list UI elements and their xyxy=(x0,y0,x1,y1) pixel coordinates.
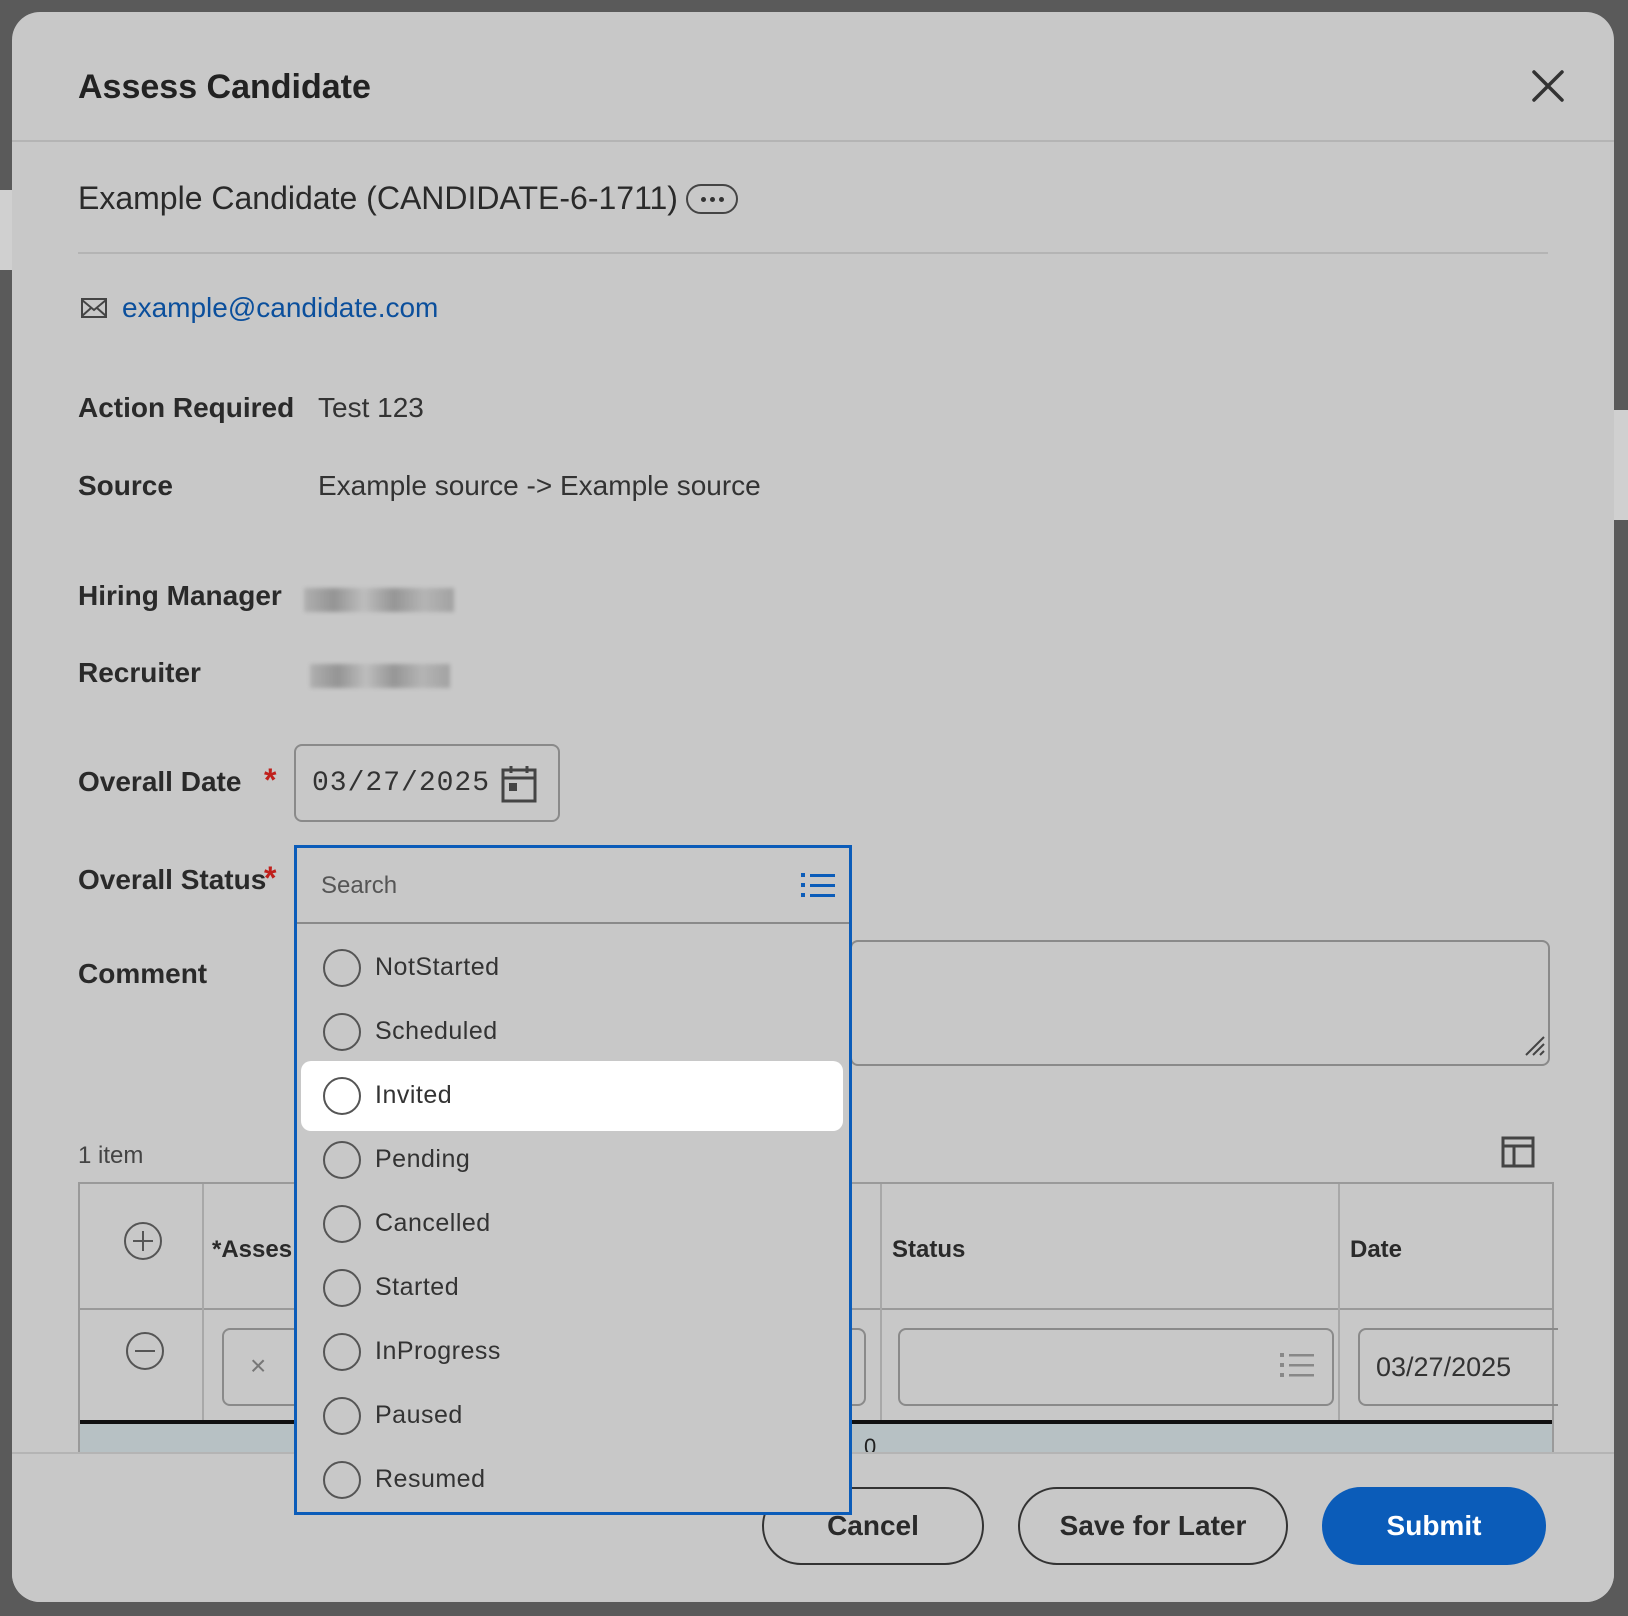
hiring-manager-label: Hiring Manager xyxy=(78,580,282,611)
status-option[interactable]: Invited xyxy=(301,1061,843,1131)
status-option-label: Invited xyxy=(375,1081,453,1109)
item-count: 1 item xyxy=(78,1142,144,1169)
list-icon[interactable] xyxy=(801,870,835,905)
candidate-email-link[interactable]: example@candidate.com xyxy=(122,292,438,324)
column-header-status: Status xyxy=(892,1236,966,1263)
recruiter-redacted xyxy=(310,664,450,688)
radio-button[interactable] xyxy=(323,949,361,987)
submit-button[interactable]: Submit xyxy=(1322,1487,1546,1565)
row-status-select[interactable] xyxy=(898,1328,1334,1406)
overall-status-label: Overall Status xyxy=(78,864,267,895)
candidate-name: Example Candidate (CANDIDATE-6-1711) xyxy=(78,180,678,216)
add-row-icon[interactable] xyxy=(122,1220,164,1267)
column-header-assessment: *Asses xyxy=(212,1236,293,1263)
radio-button[interactable] xyxy=(323,1205,361,1243)
radio-button[interactable] xyxy=(323,1269,361,1307)
radio-button[interactable] xyxy=(323,1461,361,1499)
radio-button[interactable] xyxy=(323,1397,361,1435)
overall-date-input[interactable]: 03/27/2025 xyxy=(294,744,560,822)
radio-button[interactable] xyxy=(323,1077,361,1115)
radio-button[interactable] xyxy=(323,1333,361,1371)
action-required-value: Test 123 xyxy=(318,392,424,423)
required-marker: * xyxy=(264,860,277,896)
comment-label: Comment xyxy=(78,958,208,989)
status-option-label: Paused xyxy=(375,1401,463,1429)
status-option[interactable]: Started xyxy=(301,1253,843,1323)
mail-icon xyxy=(80,296,108,325)
remove-row-icon[interactable] xyxy=(124,1330,166,1377)
hiring-manager-redacted xyxy=(304,588,454,612)
dialog-title: Assess Candidate xyxy=(78,68,371,106)
action-required-label: Action Required xyxy=(78,392,295,423)
status-option[interactable]: Cancelled xyxy=(301,1189,843,1259)
comment-textarea[interactable] xyxy=(850,940,1550,1066)
status-option[interactable]: NotStarted xyxy=(301,933,843,1003)
status-option-label: Started xyxy=(375,1273,460,1301)
table-layout-icon[interactable] xyxy=(1500,1134,1536,1175)
overall-date-value: 03/27/2025 xyxy=(312,768,491,799)
divider xyxy=(78,252,1548,254)
clear-icon[interactable]: × xyxy=(250,1350,266,1382)
overall-date-label: Overall Date xyxy=(78,766,242,797)
required-marker: * xyxy=(264,762,277,798)
status-option-label: Resumed xyxy=(375,1465,486,1493)
status-option[interactable]: Resumed xyxy=(301,1445,843,1515)
resize-grip-icon[interactable] xyxy=(1520,1031,1546,1062)
dialog-header: Assess Candidate xyxy=(12,12,1614,142)
row-date-value: 03/27/2025 xyxy=(1376,1352,1512,1382)
list-icon[interactable] xyxy=(1280,1350,1314,1385)
status-option-label: InProgress xyxy=(375,1337,501,1365)
radio-button[interactable] xyxy=(323,1013,361,1051)
status-option[interactable]: Scheduled xyxy=(301,997,843,1067)
save-for-later-button[interactable]: Save for Later xyxy=(1018,1487,1288,1565)
calendar-icon[interactable] xyxy=(500,764,538,809)
status-option-label: Cancelled xyxy=(375,1209,491,1237)
overall-status-dropdown: Search NotStarted Scheduled Invited Pending… xyxy=(294,845,852,1515)
status-option-label: NotStarted xyxy=(375,953,500,981)
status-option[interactable]: Pending xyxy=(301,1125,843,1195)
close-icon[interactable] xyxy=(1528,66,1568,106)
source-value: Example source -> Example source xyxy=(318,470,761,501)
status-option-label: Scheduled xyxy=(375,1017,498,1045)
row-date-input[interactable]: 03/27/2025 xyxy=(1358,1328,1558,1406)
status-search-input[interactable]: Search xyxy=(321,872,397,900)
radio-button[interactable] xyxy=(323,1141,361,1179)
status-option[interactable]: Paused xyxy=(301,1381,843,1451)
recruiter-label: Recruiter xyxy=(78,657,201,688)
status-option[interactable]: InProgress xyxy=(301,1317,843,1387)
status-search[interactable]: Search xyxy=(297,848,849,924)
source-label: Source xyxy=(78,470,173,501)
column-header-date: Date xyxy=(1350,1236,1403,1263)
more-actions-button[interactable] xyxy=(686,184,738,214)
status-option-label: Pending xyxy=(375,1145,471,1173)
